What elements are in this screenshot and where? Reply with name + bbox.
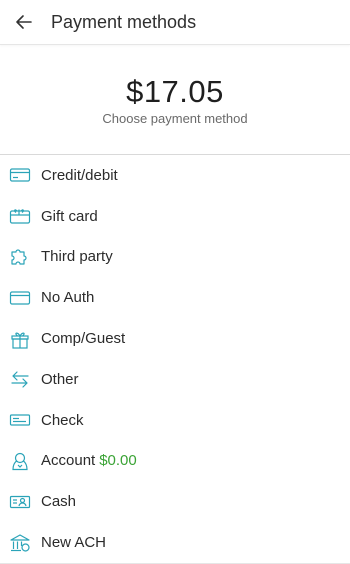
payment-summary: $17.05 Choose payment method [0, 45, 350, 155]
gift-card-icon [9, 205, 31, 227]
method-label: Credit/debit [41, 166, 118, 184]
payment-method-list: Credit/debit Gift card Third party No Au… [0, 155, 350, 563]
method-no-auth[interactable]: No Auth [0, 277, 350, 318]
swap-arrows-icon [9, 368, 31, 390]
amount-due: $17.05 [126, 74, 224, 109]
method-label: Account [41, 452, 96, 470]
card-icon [9, 287, 31, 309]
method-comp-guest[interactable]: Comp/Guest [0, 318, 350, 359]
method-new-ach[interactable]: New ACH [0, 522, 350, 563]
method-gift-card[interactable]: Gift card [0, 196, 350, 237]
bank-icon [9, 532, 31, 554]
account-balance: $0.00 [99, 452, 137, 470]
credit-card-icon [9, 164, 31, 186]
cash-icon [9, 491, 31, 513]
method-label: New ACH [41, 534, 107, 552]
method-credit-debit[interactable]: Credit/debit [0, 155, 350, 196]
method-account[interactable]: Account $0.00 [0, 441, 350, 482]
user-account-icon [9, 450, 31, 472]
check-icon [9, 409, 31, 431]
method-label: Cash [41, 493, 77, 511]
method-third-party[interactable]: Third party [0, 237, 350, 278]
method-check[interactable]: Check [0, 400, 350, 441]
arrow-left-icon [16, 15, 32, 29]
app-header: Payment methods [0, 0, 350, 45]
page-title: Payment methods [51, 11, 197, 32]
method-label: Gift card [41, 207, 98, 225]
method-label: Comp/Guest [41, 330, 126, 348]
method-label: No Auth [41, 289, 95, 307]
method-label: Other [41, 370, 79, 388]
puzzle-icon [9, 246, 31, 268]
choose-payment-subtitle: Choose payment method [102, 111, 248, 126]
back-button[interactable] [2, 0, 46, 44]
method-cash[interactable]: Cash [0, 481, 350, 522]
method-label: Third party [41, 248, 113, 266]
gift-box-icon [9, 328, 31, 350]
method-label: Check [41, 411, 84, 429]
method-other[interactable]: Other [0, 359, 350, 400]
